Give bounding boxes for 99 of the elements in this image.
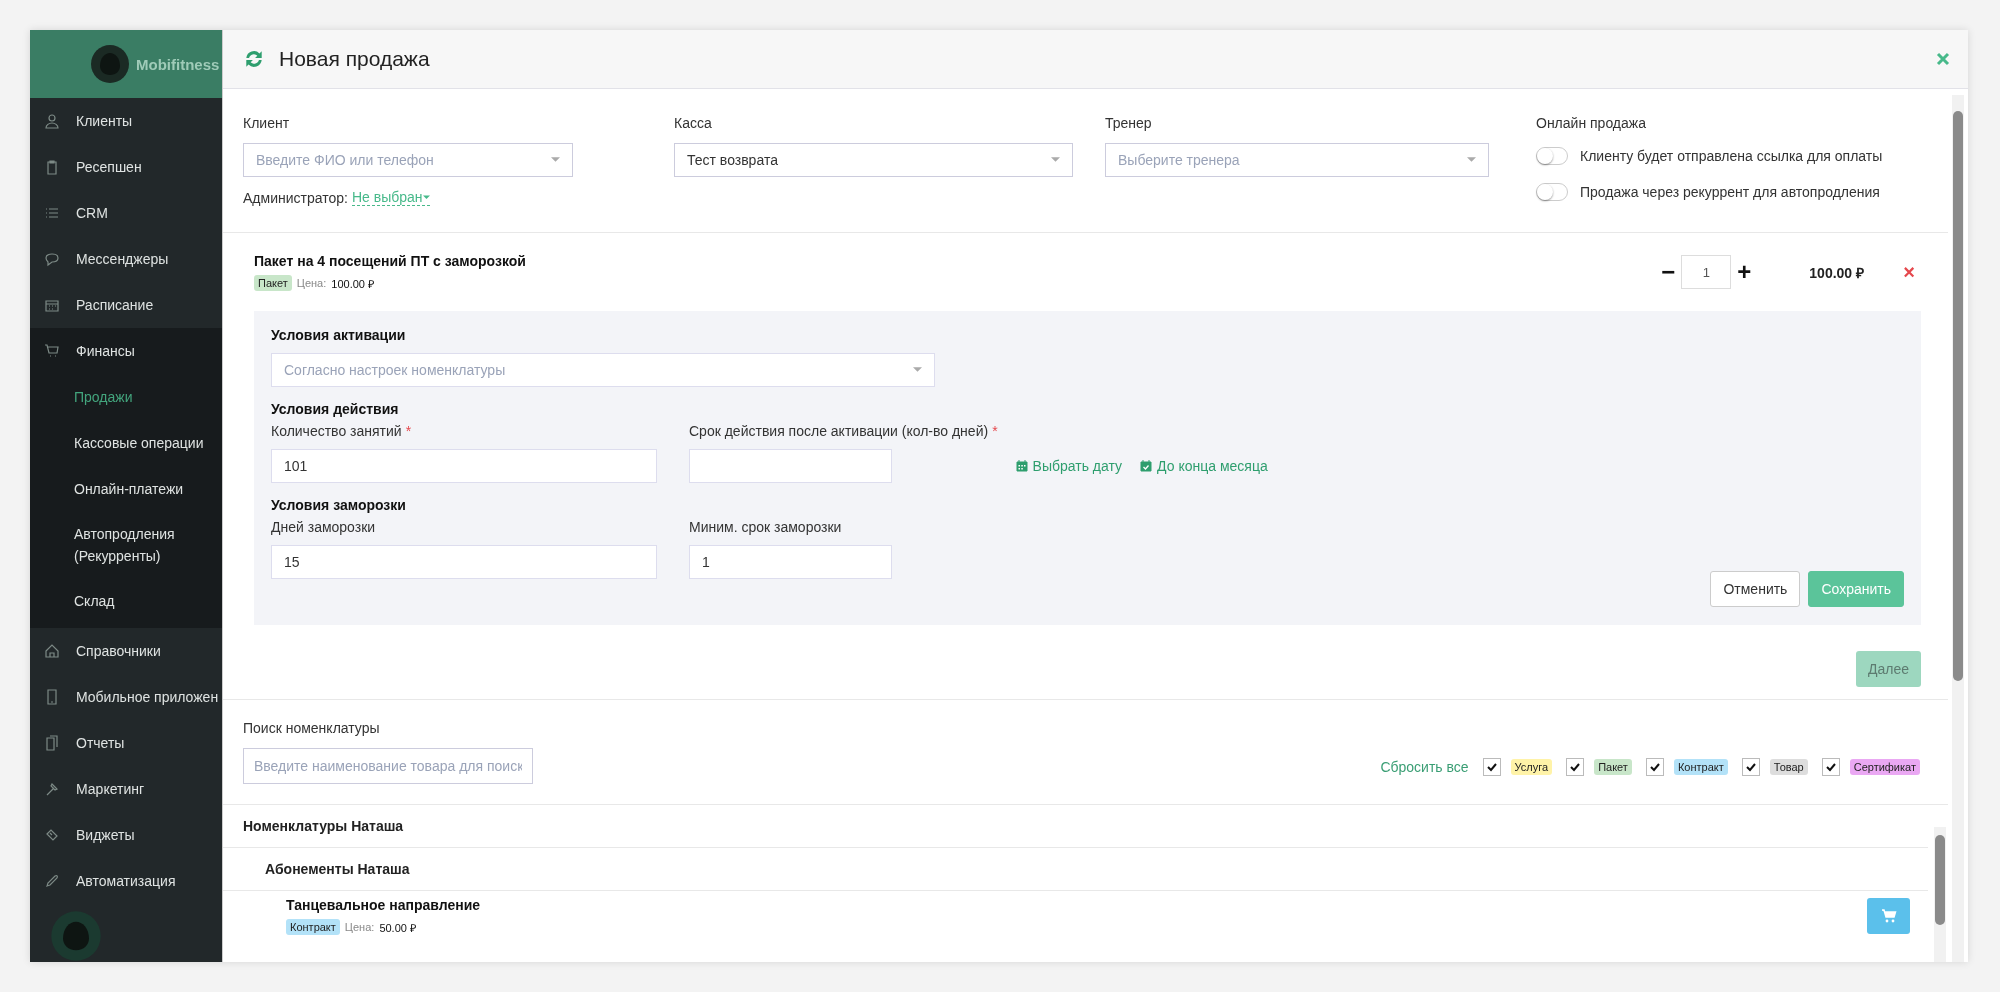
nav-item[interactable]: CRM [30,190,222,236]
nav-item[interactable]: Мобильное приложен [30,674,222,720]
nav-icon [44,159,60,175]
check-icon [1569,761,1582,773]
nav-icon [44,735,60,751]
scrollbar[interactable] [1934,827,1946,962]
quantity-input[interactable]: 1 [1681,255,1732,289]
field-label: Дней заморозки [271,519,377,535]
nav-item[interactable]: Финансы [30,328,222,374]
caret-icon [913,367,922,373]
add-to-cart-button[interactable] [1867,898,1910,934]
checkbox[interactable] [1741,758,1760,776]
search-label: Поиск номенклатуры [243,720,381,736]
nav-item[interactable]: Мессенджеры [30,236,222,282]
field-label: Миним. срок заморозки [689,519,843,535]
nav-item[interactable]: Ресепшен [30,144,222,190]
subgroup-row[interactable]: Абонементы Наташа [223,848,1928,891]
item-total: 100.00 ₽ [1809,263,1866,282]
type-tag: Пакет [254,275,292,291]
caret-icon [422,194,430,200]
field-label: Касса [674,115,713,131]
admin-label: Администратор: [243,189,348,206]
select-field[interactable]: Тест возврата [674,143,1073,177]
nav-icon [44,781,60,797]
checkbox[interactable] [1566,758,1585,776]
nav-icon [44,251,60,267]
check-icon [1648,761,1661,773]
input-field[interactable]: 1 [689,545,892,579]
caret-icon [1467,157,1476,163]
toggle-switch[interactable] [1536,147,1568,165]
field-label: Клиент [243,115,291,131]
nav-item[interactable]: Отчеты [30,720,222,766]
nav-item[interactable]: Клиенты [30,98,222,144]
nav-icon [44,827,60,843]
price-value: 50.00 ₽ [379,920,416,935]
nav-icon [44,873,60,889]
type-tag: Контракт [286,919,340,935]
input-field[interactable] [689,449,892,483]
type-tag: Товар [1769,759,1808,775]
nav-item[interactable]: Расписание [30,282,222,328]
nav-icon [44,205,60,221]
nav-subitem[interactable]: Автопродления (Рекурренты) [30,512,190,578]
nav-item[interactable]: Автоматизация [30,858,222,904]
nav-icon [44,297,60,313]
input-field[interactable]: 101 [271,449,657,483]
caret-icon [551,157,560,163]
item-title: Пакет на 4 посещений ПТ с заморозкой [254,253,527,269]
product-title: Танцевальное направление [286,897,482,913]
scrollbar[interactable] [1952,95,1964,962]
nav-item[interactable]: Маркетинг [30,766,222,812]
calendar-icon [1015,460,1028,472]
price-label: Цена: [296,277,327,289]
price-label: Цена: [344,921,375,933]
cart-icon [1880,908,1897,924]
field-label: Тренер [1105,115,1153,131]
nav-icon [44,113,60,129]
group-row[interactable]: Номенклатуры Наташа [223,805,1928,848]
nav-subitem[interactable]: Онлайн-платежи [30,466,222,512]
nav-icon [44,343,60,359]
input-field[interactable]: 15 [271,545,657,579]
field-label: Срок действия после активации (кол-во дней) * [689,423,998,439]
check-icon [1824,761,1837,773]
field-label: Онлайн продажа [1536,115,1647,131]
nav-subitem[interactable]: Склад [30,578,222,624]
nav-icon [44,643,60,659]
nav-subitem[interactable]: Продажи [30,374,222,420]
check-icon [1485,761,1498,773]
nav-subitem[interactable]: Кассовые операции [30,420,222,466]
remove-button[interactable]: × [1897,260,1921,284]
nav-icon [44,689,60,705]
type-tag: Пакет [1594,759,1632,775]
cancel-button[interactable]: Отменить [1710,571,1801,607]
toggle-label: Продажа через рекуррент для автопродления [1580,184,1880,200]
field-label: Количество занятий * [271,423,413,439]
section-heading: Условия активации [271,327,407,343]
logo-icon [50,910,102,962]
checkbox[interactable] [1482,758,1501,776]
nav-item[interactable]: Виджеты [30,812,222,858]
refresh-icon[interactable] [243,48,265,70]
close-icon[interactable] [1936,52,1950,66]
modal-title: Новая продажа [279,47,430,71]
check-icon [1744,761,1757,773]
type-tag: Сертификат [1849,759,1920,775]
price-value: 100.00 ₽ [331,276,374,291]
calendar-icon [1140,460,1153,472]
checkbox[interactable] [1821,758,1840,776]
checkbox[interactable] [1645,758,1664,776]
caret-icon [1051,157,1060,163]
logo-icon [90,44,130,84]
section-heading: Условия заморозки [271,497,407,513]
nav-item[interactable]: Справочники [30,628,222,674]
type-tag: Контракт [1673,759,1728,775]
increase-button[interactable]: + [1733,258,1756,286]
toggle-switch[interactable] [1536,183,1568,201]
toggle-label: Клиенту будет отправлена ссылка для оплаты [1580,148,1883,164]
type-tag: Услуга [1510,759,1553,775]
brand-name: Mobifitness [136,55,220,73]
section-heading: Условия действия [271,401,400,417]
decrease-button[interactable]: − [1657,258,1680,286]
